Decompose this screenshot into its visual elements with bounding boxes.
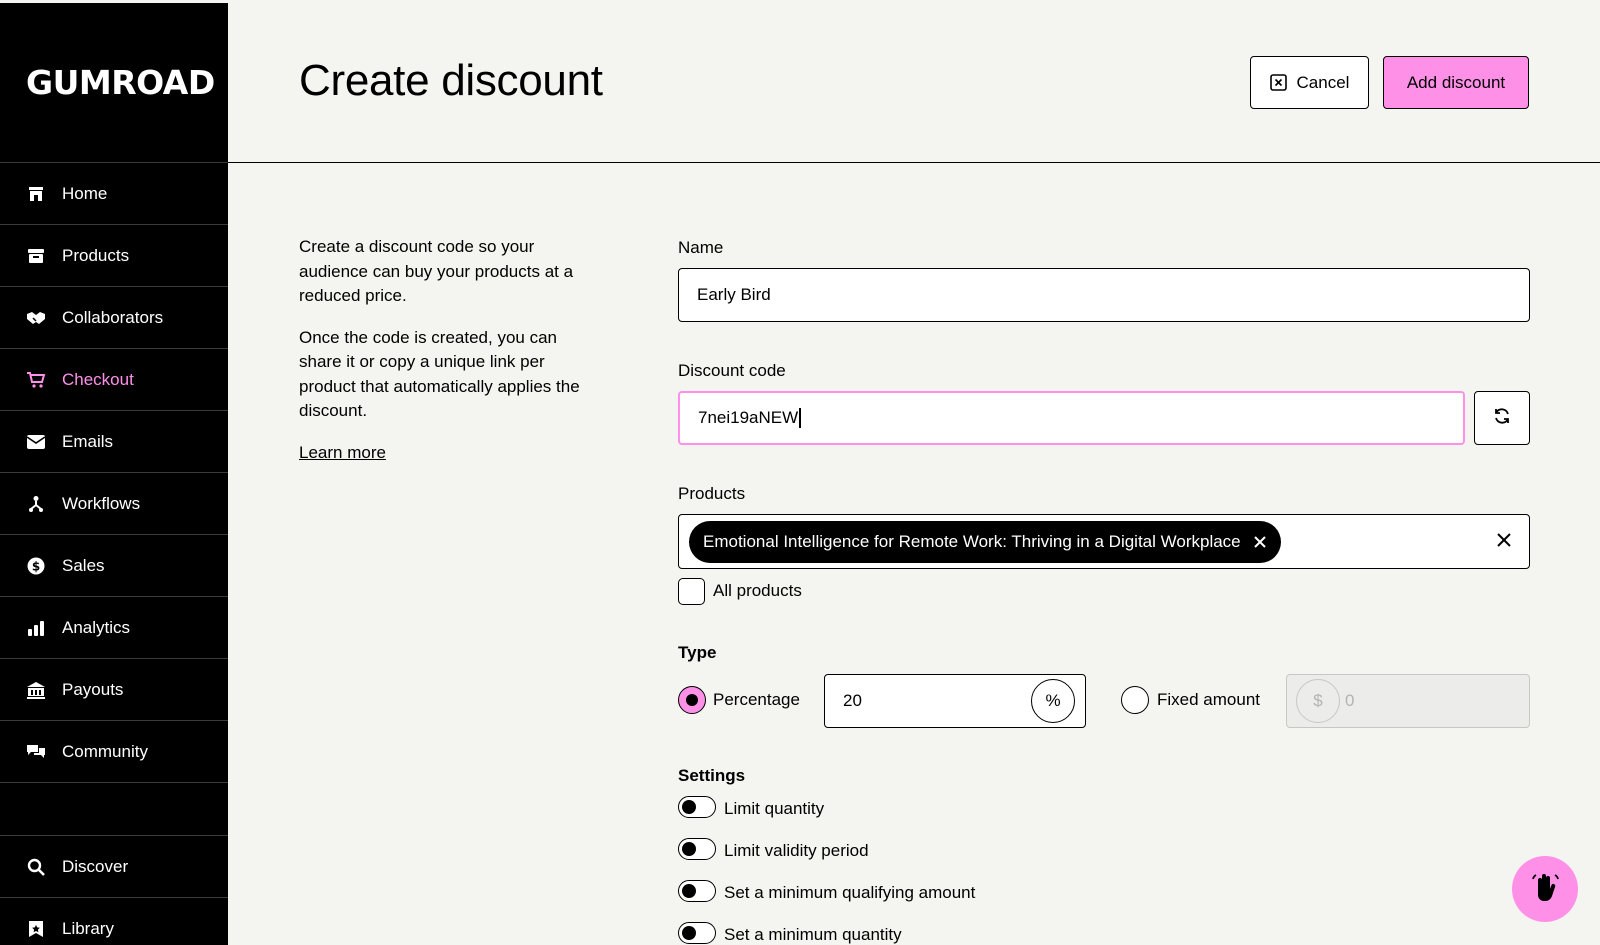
cancel-button-label: Cancel — [1296, 72, 1350, 92]
sidebar-item-workflows[interactable]: Workflows — [0, 473, 228, 535]
refresh-icon — [1492, 406, 1512, 431]
regenerate-code-button[interactable] — [1474, 391, 1530, 445]
cancel-button[interactable]: Cancel — [1250, 56, 1369, 109]
remove-product-icon[interactable] — [1253, 535, 1267, 549]
percent-suffix: % — [1031, 679, 1075, 723]
fixed-amount-value: 0 — [1345, 691, 1355, 710]
sidebar-item-label: Checkout — [62, 369, 134, 389]
learn-more-link[interactable]: Learn more — [299, 443, 386, 462]
envelope-icon — [26, 432, 46, 452]
add-discount-button[interactable]: Add discount — [1383, 56, 1529, 109]
minimum-quantity-toggle[interactable] — [678, 922, 716, 944]
minimum-amount-label: Set a minimum qualifying amount — [724, 883, 976, 902]
discount-code-input[interactable]: 7nei19aNEW — [678, 391, 1465, 445]
name-input[interactable]: Early Bird — [678, 268, 1530, 322]
archive-icon — [26, 246, 46, 266]
logo-text: GUMROAD — [26, 63, 215, 102]
selected-product-label: Emotional Intelligence for Remote Work: … — [703, 532, 1241, 551]
name-input-value: Early Bird — [697, 285, 771, 304]
add-discount-button-label: Add discount — [1406, 72, 1506, 92]
sidebar-item-label: Workflows — [62, 493, 141, 513]
limit-validity-label: Limit validity period — [724, 841, 869, 860]
svg-text:$: $ — [32, 559, 40, 573]
sidebar-item-collaborators[interactable]: Collaborators — [0, 287, 228, 349]
sidebar-item-label: Emails — [62, 431, 114, 451]
sidebar-item-label: Payouts — [62, 679, 124, 699]
waving-hand-icon — [1529, 871, 1561, 908]
settings-label: Settings — [678, 766, 746, 785]
sidebar-item-label: Analytics — [62, 617, 131, 637]
sidebar-item-label: Collaborators — [62, 307, 164, 327]
gumroad-logo[interactable]: GUMROAD — [0, 3, 228, 163]
products-label: Products — [678, 484, 746, 503]
sidebar-item-label: Sales — [62, 555, 105, 575]
fixed-amount-input[interactable]: $ 0 — [1286, 674, 1530, 728]
sidebar: GUMROAD Home Products Collaborators Chec… — [0, 3, 228, 945]
minimum-quantity-label: Set a minimum quantity — [724, 925, 902, 944]
intro-description: Create a discount code so your audience … — [299, 235, 604, 465]
sidebar-item-products[interactable]: Products — [0, 225, 228, 287]
search-icon — [26, 857, 46, 877]
sidebar-item-emails[interactable]: Emails — [0, 411, 228, 473]
percentage-radio[interactable] — [678, 686, 706, 714]
sidebar-item-analytics[interactable]: Analytics — [0, 597, 228, 659]
all-products-checkbox[interactable] — [678, 578, 705, 605]
dollar-circle-icon: $ — [26, 556, 46, 576]
percentage-label: Percentage — [713, 690, 800, 709]
intro-paragraph-2: Once the code is created, you can share … — [299, 327, 580, 421]
handshake-icon — [26, 308, 46, 328]
discount-code-label: Discount code — [678, 361, 786, 380]
minimum-amount-toggle[interactable] — [678, 880, 716, 902]
help-chat-button[interactable] — [1512, 856, 1578, 922]
sidebar-item-label: Discover — [62, 856, 129, 876]
close-box-icon — [1269, 74, 1287, 91]
sidebar-item-discover[interactable]: Discover — [0, 836, 228, 898]
dollar-prefix: $ — [1296, 679, 1340, 723]
text-caret — [799, 408, 802, 428]
percentage-value: 20 — [843, 691, 862, 710]
name-label: Name — [678, 238, 724, 257]
all-products-label: All products — [713, 581, 802, 600]
sidebar-item-library[interactable]: Library — [0, 898, 228, 945]
percentage-input[interactable]: 20 % — [824, 674, 1086, 728]
chat-bubbles-icon — [26, 742, 46, 762]
products-select[interactable]: Emotional Intelligence for Remote Work: … — [678, 514, 1530, 569]
selected-product-chip: Emotional Intelligence for Remote Work: … — [689, 521, 1281, 563]
limit-validity-toggle[interactable] — [678, 838, 716, 860]
sidebar-spacer — [0, 783, 228, 836]
page-header: Create discount Cancel Add discount — [228, 0, 1600, 163]
clear-products-icon[interactable] — [1497, 533, 1511, 547]
limit-quantity-toggle[interactable] — [678, 796, 716, 818]
limit-quantity-label: Limit quantity — [724, 799, 825, 818]
sidebar-item-label: Library — [62, 918, 114, 938]
page-title: Create discount — [299, 56, 603, 105]
workflow-icon — [26, 494, 46, 514]
store-icon — [26, 184, 46, 204]
bank-icon — [26, 680, 46, 700]
sidebar-item-label: Products — [62, 245, 130, 265]
sidebar-item-payouts[interactable]: Payouts — [0, 659, 228, 721]
type-label: Type — [678, 643, 717, 662]
sidebar-item-checkout[interactable]: Checkout — [0, 349, 228, 411]
bookmark-icon — [26, 919, 46, 939]
sidebar-item-community[interactable]: Community — [0, 721, 228, 783]
fixed-amount-label: Fixed amount — [1157, 690, 1260, 709]
fixed-amount-radio[interactable] — [1121, 686, 1149, 714]
sidebar-item-sales[interactable]: $ Sales — [0, 535, 228, 597]
sidebar-item-label: Community — [62, 741, 148, 761]
sidebar-item-home[interactable]: Home — [0, 163, 228, 225]
intro-paragraph-1: Create a discount code so your audience … — [299, 237, 574, 305]
sidebar-item-label: Home — [62, 183, 108, 203]
bar-chart-icon — [26, 618, 46, 638]
discount-code-value: 7nei19aNEW — [698, 408, 799, 427]
cart-icon — [26, 370, 46, 390]
